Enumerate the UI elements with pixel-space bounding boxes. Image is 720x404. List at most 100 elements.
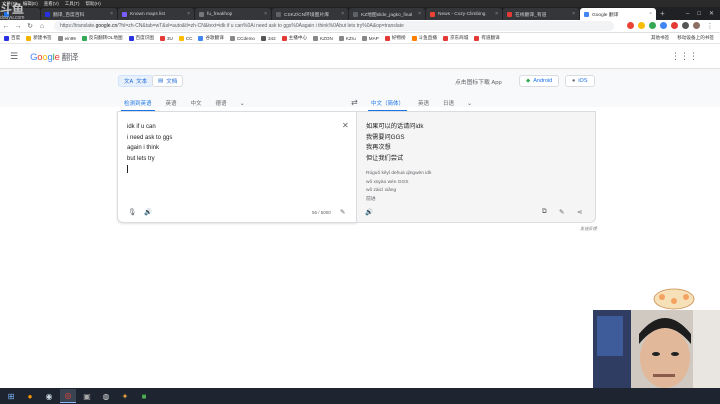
tab-1[interactable]: 翻译_百度百科 × xyxy=(41,8,117,20)
close-icon[interactable]: × xyxy=(110,11,113,17)
edit-icon[interactable]: ✎ xyxy=(559,208,564,216)
bookmark-item[interactable]: 谷歌翻译 xyxy=(198,35,224,41)
extension-icon[interactable] xyxy=(649,22,656,29)
close-icon[interactable]: × xyxy=(572,11,575,17)
hamburger-menu-icon[interactable]: ☰ xyxy=(10,51,18,62)
tab-detect-language[interactable]: 检测到英语 xyxy=(117,95,159,111)
bookmark-item[interactable]: 342 xyxy=(260,35,276,41)
close-icon[interactable]: × xyxy=(341,11,344,17)
tab-7[interactable]: 在线翻译_有道 × xyxy=(503,8,579,20)
maximize-icon[interactable]: □ xyxy=(697,8,701,20)
bookmark-item[interactable]: 百度 xyxy=(4,35,20,41)
tab-japanese[interactable]: 日语 xyxy=(436,95,461,111)
bookmark-item[interactable]: 百度识图 xyxy=(128,35,154,41)
extension-icon[interactable] xyxy=(660,22,667,29)
tab-chinese-simplified[interactable]: 中文（简体） xyxy=(364,95,411,111)
bookmark-item[interactable]: 反向翻转OL地图 xyxy=(81,35,123,41)
extension-icon[interactable] xyxy=(671,22,678,29)
obs-icon[interactable]: ◍ xyxy=(98,389,114,403)
clear-text-icon[interactable]: ✕ xyxy=(342,121,349,130)
bookmark-item[interactable]: 有道翻译 xyxy=(474,35,500,41)
new-tab-button[interactable]: + xyxy=(660,8,665,20)
copy-icon[interactable]: ⧉ xyxy=(542,208,547,216)
chevron-down-icon[interactable]: ⌄ xyxy=(461,100,478,107)
stream-watermark-logo: 斗鱼 douyu.com xyxy=(0,2,25,21)
site-icon xyxy=(199,11,204,17)
speaker-icon[interactable]: 🔊 xyxy=(365,208,373,216)
extension-icon[interactable] xyxy=(638,22,645,29)
mascot-sticker xyxy=(653,288,695,310)
bookmarks-right: 其他书签 移动设备上的书签 xyxy=(651,35,720,41)
bookmark-item[interactable]: 主播中心 xyxy=(281,35,307,41)
mobile-bookmarks[interactable]: 移动设备上的书签 xyxy=(677,35,714,41)
menu-help[interactable]: 帮助(H) xyxy=(86,1,101,7)
download-app-text: 点击图标下载 App xyxy=(455,80,502,86)
browser-icon[interactable]: ● xyxy=(22,389,38,403)
tab-english[interactable]: 英语 xyxy=(411,95,436,111)
bookmark-icon xyxy=(281,35,287,41)
tab-4[interactable]: CSKZ/CN环境图片库 × xyxy=(272,8,348,20)
menu-dots-icon[interactable]: ⋮ xyxy=(704,22,716,30)
profile-avatar[interactable] xyxy=(693,22,700,29)
chrome-icon[interactable]: ◎ xyxy=(60,389,76,403)
ios-button[interactable]: ● iOS xyxy=(565,75,595,87)
tab-2[interactable]: Known maps list × xyxy=(118,8,194,20)
tab-6[interactable]: News - Cozy-Climbing × xyxy=(426,8,502,20)
tab-google-translate[interactable]: Google 翻译 × xyxy=(580,8,656,20)
apps-grid-icon[interactable]: ⋮⋮⋮ xyxy=(671,51,698,62)
close-window-icon[interactable]: ✕ xyxy=(709,8,714,20)
tab-3[interactable]: fu_freakhop × xyxy=(195,8,271,20)
app-icon[interactable]: ■ xyxy=(136,389,152,403)
send-feedback-link[interactable]: 发送反馈 xyxy=(580,226,597,232)
bookmark-item[interactable]: ein99 xyxy=(57,35,76,41)
windows-taskbar: ⊞ ● ◉ ◎ ▣ ◍ ✦ ■ xyxy=(0,388,720,404)
tab-german[interactable]: 德语 xyxy=(209,95,234,111)
pencil-icon[interactable]: ✎ xyxy=(340,208,345,216)
chevron-down-icon[interactable]: ⌄ xyxy=(234,100,251,107)
close-icon[interactable]: × xyxy=(418,11,421,17)
other-bookmarks[interactable]: 其他书签 xyxy=(651,35,669,41)
bookmark-icon xyxy=(81,35,87,41)
bookmark-item[interactable]: CC xyxy=(178,35,192,41)
swap-languages-icon[interactable]: ⇄ xyxy=(351,98,358,107)
tab-english[interactable]: 英语 xyxy=(159,95,184,111)
text-mode-button[interactable]: 文A 文本 xyxy=(118,75,154,87)
start-button-icon[interactable]: ⊞ xyxy=(3,389,19,403)
webcam-overlay xyxy=(593,310,720,388)
google-translate-logo[interactable]: Google 翻译 xyxy=(30,51,78,63)
apple-icon: ● xyxy=(572,78,576,84)
source-text-panel[interactable]: idk if u can i need ask to ggs again i t… xyxy=(117,111,357,223)
bookmark-item[interactable]: MAP xyxy=(361,35,379,41)
bookmark-item[interactable]: 好物榜 xyxy=(384,35,406,41)
source-textarea[interactable]: idk if u can i need ask to ggs again i t… xyxy=(127,122,172,173)
extension-icon[interactable] xyxy=(682,22,689,29)
close-icon[interactable]: × xyxy=(495,11,498,17)
tab-title: Known maps list xyxy=(130,11,165,17)
close-icon[interactable]: × xyxy=(264,11,267,17)
url-input[interactable]: https://translate. google.cn/?hl=zh-CN&ta… xyxy=(54,21,614,31)
menu-view[interactable]: 查看(V) xyxy=(44,1,59,7)
tab-5[interactable]: KZ地图slide_jagko_final × xyxy=(349,8,425,20)
steam-icon[interactable]: ◉ xyxy=(41,389,57,403)
tab-chinese[interactable]: 中文 xyxy=(184,95,209,111)
android-button[interactable]: ◆ Android xyxy=(519,75,560,87)
speaker-icon[interactable]: 🔊 xyxy=(144,208,152,216)
microphone-icon[interactable]: 🎙 xyxy=(128,208,136,216)
bookmark-item[interactable]: 3U xyxy=(159,35,173,41)
close-icon[interactable]: × xyxy=(649,11,652,17)
bookmark-item[interactable]: CCdemo xyxy=(229,35,255,41)
documents-mode-button[interactable]: ▤ 文档 xyxy=(152,75,184,87)
app-icon[interactable]: ▣ xyxy=(79,389,95,403)
close-icon[interactable]: × xyxy=(187,11,190,17)
bookmark-item[interactable]: 斗鱼直播 xyxy=(411,35,437,41)
bookmark-item[interactable]: KZON xyxy=(313,35,333,41)
menu-tools[interactable]: 工具(T) xyxy=(65,1,80,7)
bookmark-item[interactable]: 京东商城 xyxy=(442,35,468,41)
bookmark-item[interactable]: 新建书签 xyxy=(26,35,52,41)
extension-icon[interactable] xyxy=(627,22,634,29)
game-icon[interactable]: ✦ xyxy=(117,389,133,403)
character-count: 56 / 5000 xyxy=(312,210,331,215)
share-icon[interactable]: ⋖ xyxy=(577,208,582,216)
bookmark-item[interactable]: KZru xyxy=(338,35,356,41)
minimize-icon[interactable]: – xyxy=(686,8,689,20)
